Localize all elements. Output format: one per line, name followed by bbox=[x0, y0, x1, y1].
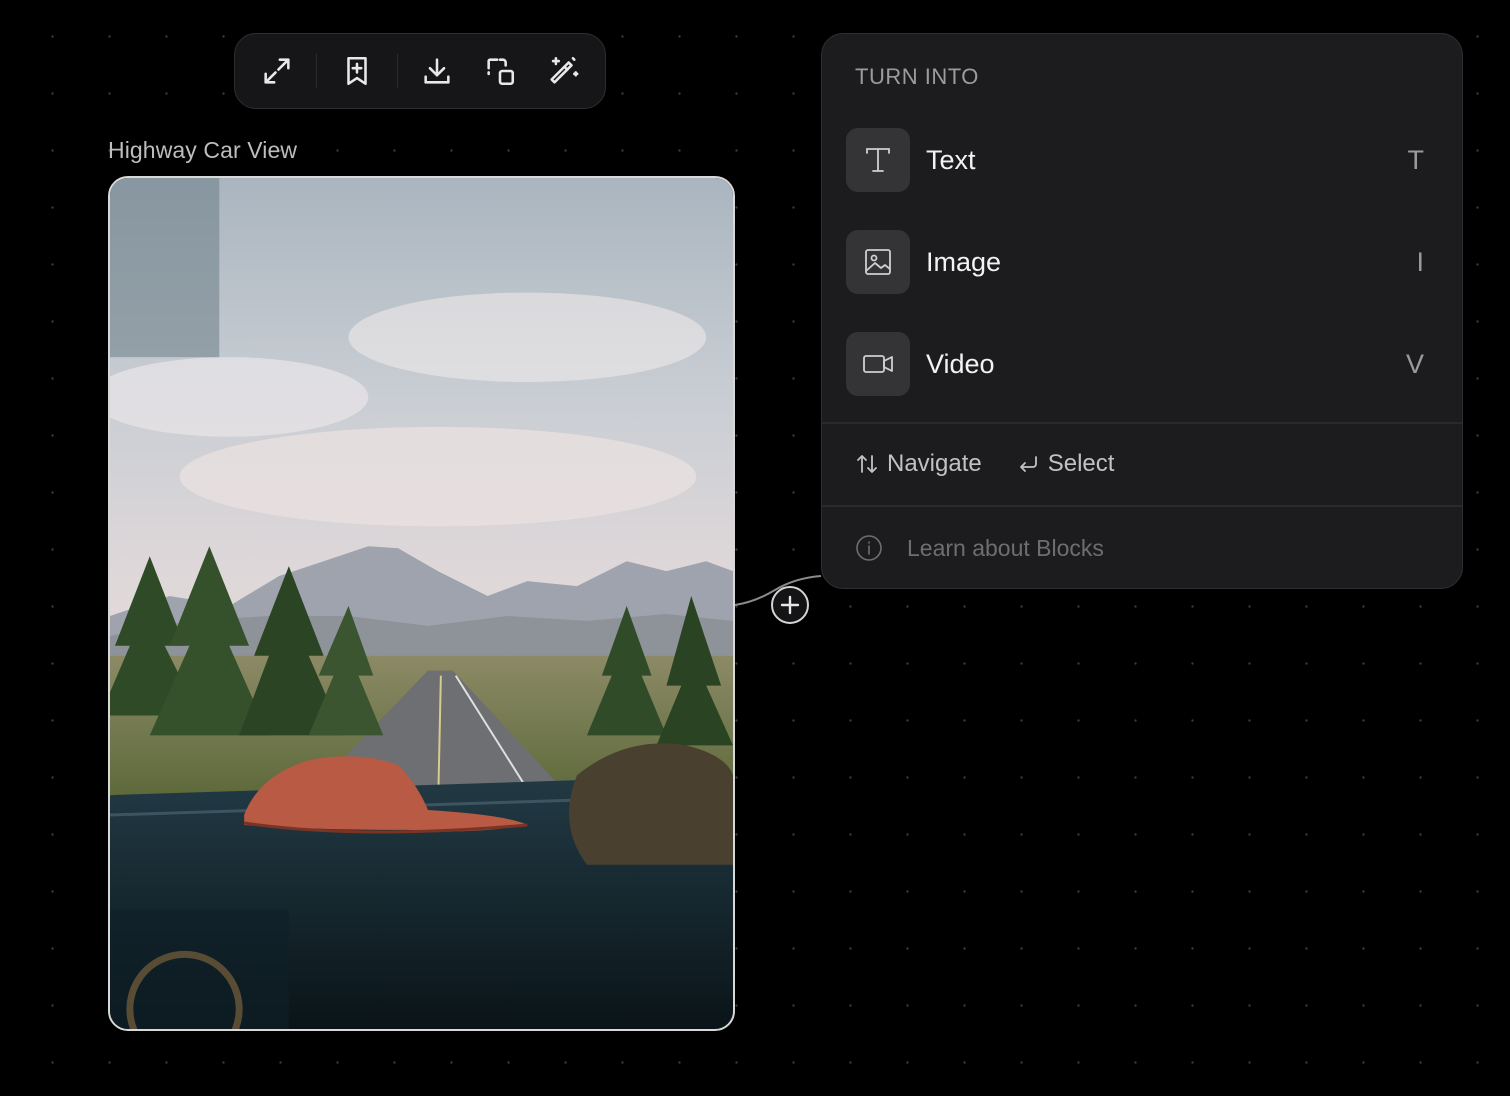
duplicate-icon[interactable] bbox=[479, 49, 522, 93]
magic-wand-icon[interactable] bbox=[542, 49, 585, 93]
download-icon[interactable] bbox=[416, 49, 459, 93]
menu-item-label: Text bbox=[926, 144, 976, 175]
learn-link-label: Learn about Blocks bbox=[907, 534, 1104, 561]
add-block-button[interactable] bbox=[771, 586, 809, 624]
hint-label: Select bbox=[1047, 450, 1115, 477]
menu-item-video[interactable]: Video V bbox=[846, 332, 1440, 396]
menu-item-image[interactable]: Image I bbox=[846, 230, 1440, 294]
node-toolbar bbox=[234, 33, 606, 109]
image-icon bbox=[846, 230, 910, 294]
learn-about-blocks-link[interactable]: Learn about Blocks bbox=[855, 534, 1104, 562]
expand-icon[interactable] bbox=[255, 49, 298, 93]
toolbar-divider bbox=[396, 54, 398, 88]
video-icon bbox=[846, 332, 910, 396]
bookmark-add-icon[interactable] bbox=[335, 49, 378, 93]
menu-item-text[interactable]: Text T bbox=[846, 128, 1440, 192]
plus-icon bbox=[780, 595, 800, 615]
turn-into-menu: TURN INTO Text T Image I Video V Navigat… bbox=[821, 33, 1463, 589]
menu-item-label: Video bbox=[926, 348, 995, 379]
hint-navigate: Navigate bbox=[855, 450, 982, 478]
shortcut-key: V bbox=[1405, 348, 1424, 379]
menu-heading: TURN INTO bbox=[855, 64, 979, 89]
arrows-updown-icon bbox=[857, 455, 877, 473]
menu-divider bbox=[822, 505, 1462, 507]
text-icon bbox=[846, 128, 910, 192]
canvas[interactable]: Highway Car View TURN INTO Text T Image … bbox=[0, 0, 1510, 1096]
shortcut-key: I bbox=[1416, 246, 1424, 277]
menu-item-label: Image bbox=[926, 246, 1002, 277]
hint-select: Select bbox=[1016, 450, 1115, 478]
return-icon bbox=[1019, 456, 1037, 472]
image-node[interactable] bbox=[108, 176, 735, 1031]
toolbar-divider bbox=[316, 54, 318, 88]
keyboard-hints: Navigate Select bbox=[855, 450, 1114, 478]
hint-label: Navigate bbox=[887, 450, 982, 477]
node-title: Highway Car View bbox=[108, 137, 298, 163]
photo bbox=[110, 178, 733, 1029]
menu-divider bbox=[822, 422, 1462, 424]
info-icon bbox=[856, 535, 882, 561]
shortcut-key: T bbox=[1407, 144, 1425, 175]
